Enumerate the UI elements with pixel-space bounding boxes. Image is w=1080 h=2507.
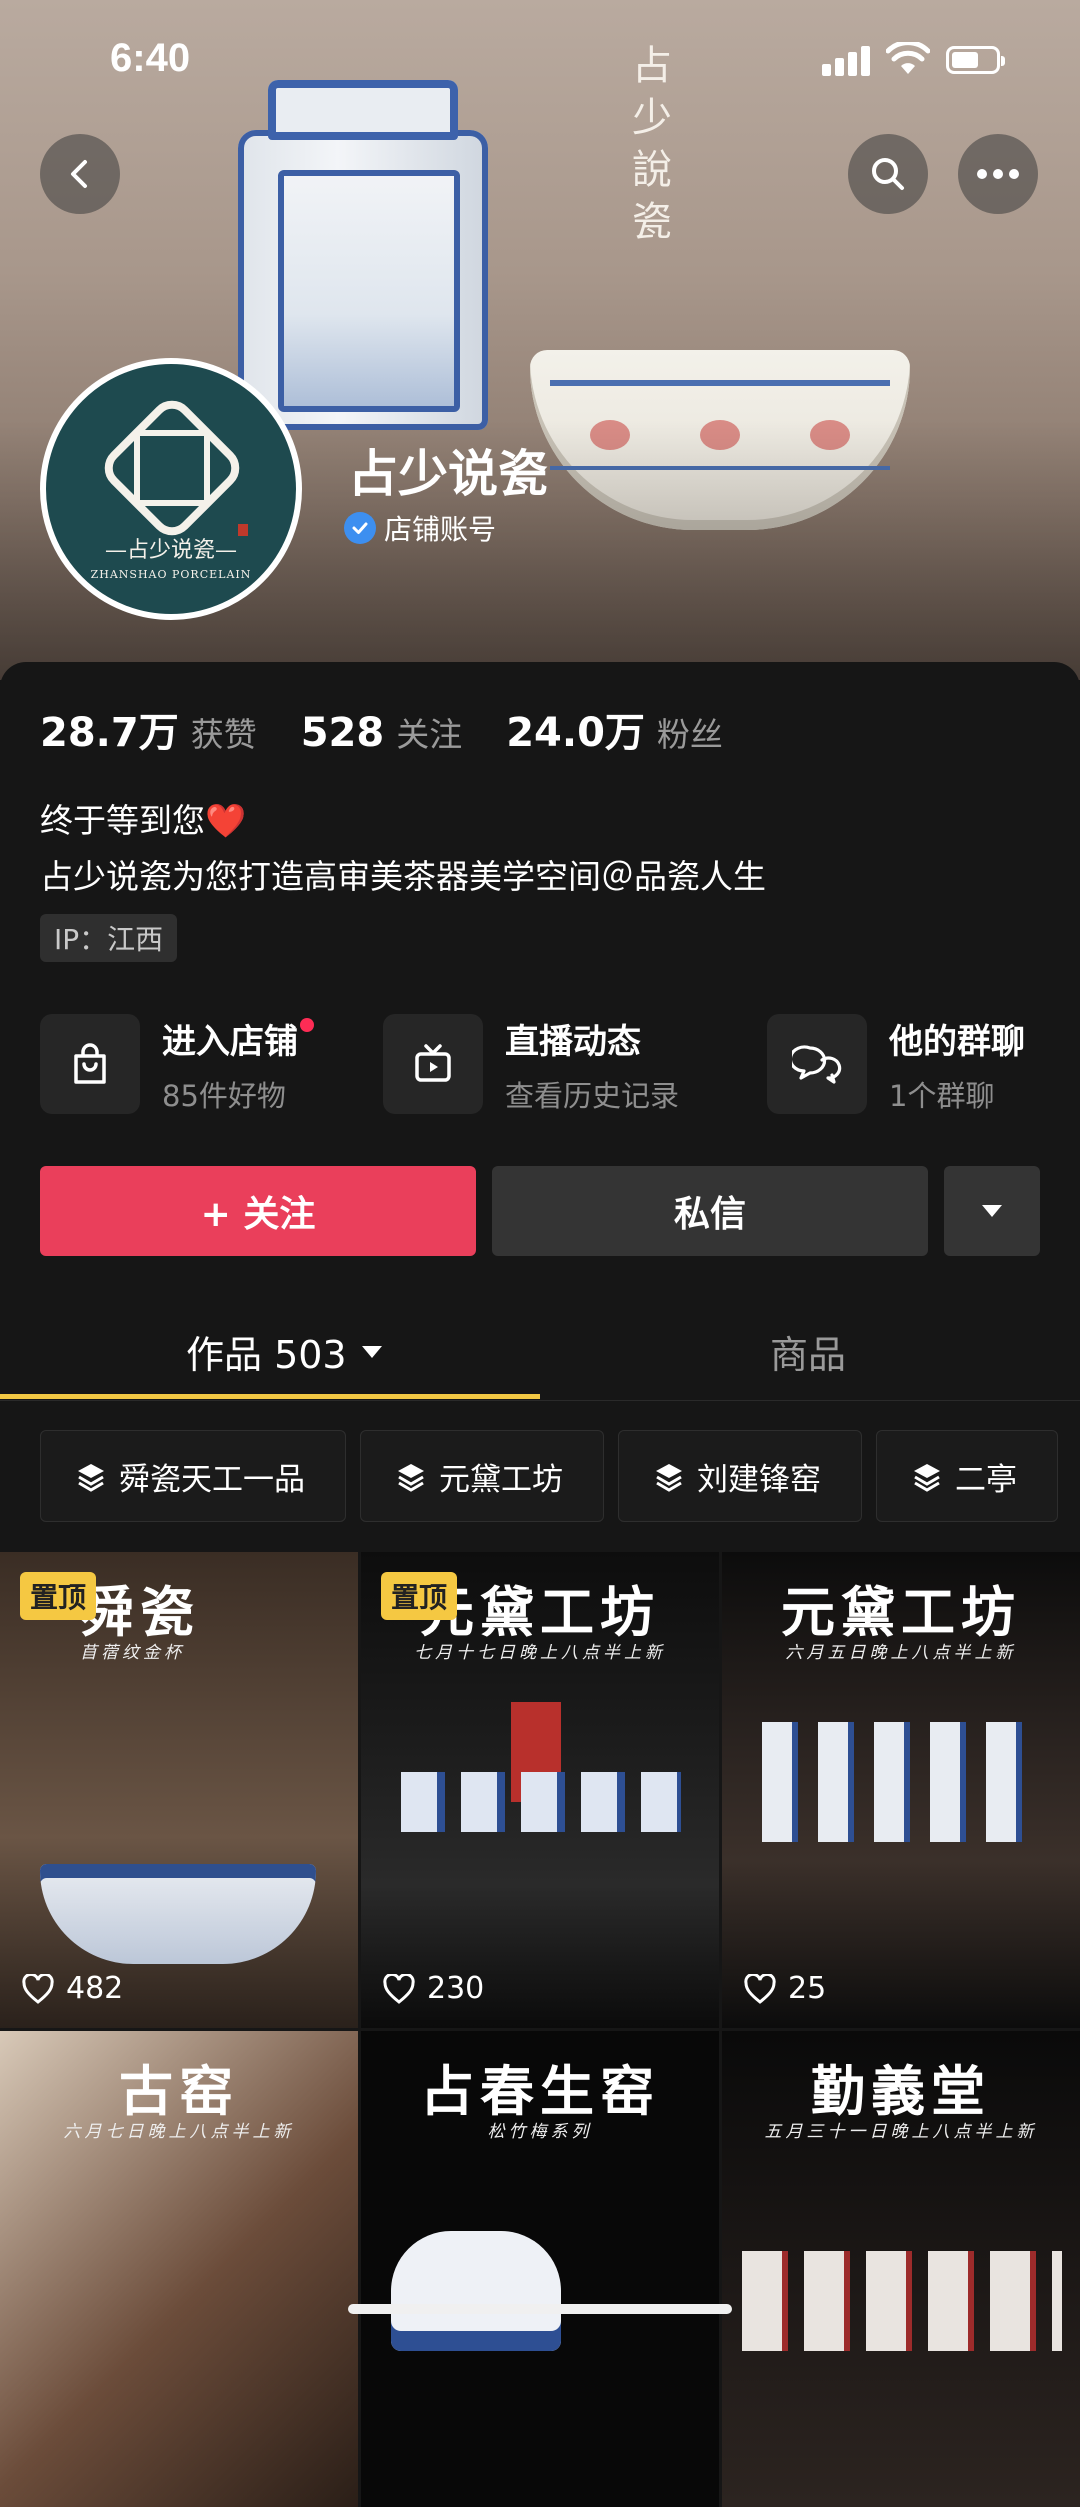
- battery-icon: [946, 46, 1005, 74]
- back-button[interactable]: [40, 134, 120, 214]
- avatar[interactable]: —占少说瓷— ZHANSHAO PORCELAIN: [40, 358, 302, 620]
- video-subtitle: 苜蓿纹金杯: [80, 1643, 185, 1663]
- live-entry-title: 直播动态: [505, 1021, 641, 1062]
- shop-name: 占少说瓷: [348, 445, 548, 503]
- pinned-badge: 置顶: [20, 1572, 97, 1620]
- shop-entry-subtitle: 85件好物: [162, 1078, 286, 1113]
- more-actions-dropdown[interactable]: [944, 1166, 1040, 1256]
- status-time: 6:40: [110, 36, 191, 80]
- layers-icon: [398, 1464, 424, 1492]
- content-tabs: 作品 503 商品: [0, 1300, 1080, 1401]
- video-title: 舜瓷: [80, 1580, 200, 1644]
- shopping-bag-icon: [74, 1043, 106, 1084]
- tab-products[interactable]: 商品: [770, 1324, 846, 1379]
- layers-icon: [78, 1464, 104, 1492]
- following-count[interactable]: 528: [301, 710, 385, 756]
- live-entry-subtitle: 查看历史记录: [505, 1078, 680, 1113]
- porcelain-shelf-image: [762, 1722, 1042, 1842]
- heart-outline-icon: [22, 1973, 54, 2004]
- ip-location-badge: IP：江西: [40, 914, 178, 962]
- signal-icon: [822, 44, 872, 76]
- video-likes: 230: [383, 1971, 484, 2006]
- shop-entry-title: 进入店铺: [162, 1021, 298, 1062]
- followers-label[interactable]: 粉丝: [657, 708, 723, 756]
- layers-icon: [656, 1464, 682, 1492]
- heart-emoji-icon: ❤️: [205, 801, 247, 840]
- video-subtitle: 松竹梅系列: [487, 2122, 593, 2142]
- tv-icon: [415, 1044, 451, 1082]
- porcelain-set-image: [401, 1772, 681, 1832]
- video-subtitle: 六月七日晚上八点半上新: [63, 2122, 295, 2142]
- video-subtitle: 七月十七日晚上八点半上新: [414, 1643, 666, 1663]
- collection-chip[interactable]: 刘建锋窑: [618, 1430, 862, 1522]
- video-title: 占春生窑: [420, 2059, 660, 2123]
- follow-button[interactable]: + 关注: [40, 1166, 476, 1256]
- video-card[interactable]: 古窑 六月七日晚上八点半上新: [0, 2031, 358, 2507]
- account-type: 店铺账号: [344, 508, 496, 548]
- home-indicator: [348, 2304, 732, 2314]
- search-button[interactable]: [848, 134, 928, 214]
- collection-chips: 舜瓷天工一品 元黛工坊 刘建锋窑 二亭: [40, 1430, 1072, 1522]
- caret-down-icon: [361, 1345, 382, 1358]
- account-type-label: 店铺账号: [384, 513, 497, 546]
- more-button[interactable]: [958, 134, 1038, 214]
- followers-count[interactable]: 24.0万: [506, 700, 645, 758]
- bio-line-1: 终于等到您❤️: [40, 801, 247, 840]
- video-likes: 482: [22, 1971, 123, 2006]
- group-chat-entry[interactable]: 他的群聊 1个群聊: [767, 1012, 1025, 1116]
- collection-chip[interactable]: 二亭: [876, 1430, 1058, 1522]
- message-button[interactable]: 私信: [492, 1166, 928, 1256]
- chevron-left-icon: [71, 160, 87, 188]
- following-label[interactable]: 关注: [396, 708, 462, 756]
- triangle-down-icon: [982, 1205, 1002, 1217]
- live-entry[interactable]: 直播动态 查看历史记录: [383, 1012, 679, 1116]
- porcelain-gaiwan-image: [391, 2231, 561, 2351]
- active-tab-indicator: [0, 1394, 540, 1399]
- video-title: 勤義堂: [811, 2059, 991, 2123]
- video-title: 古窑: [119, 2059, 239, 2123]
- video-subtitle: 五月三十一日晚上八点半上新: [764, 2122, 1038, 2142]
- heart-outline-icon: [744, 1973, 776, 2004]
- video-card[interactable]: 勤義堂 五月三十一日晚上八点半上新: [722, 2031, 1080, 2507]
- avatar-brand-cn: —占少说瓷—: [104, 538, 237, 563]
- video-subtitle: 六月五日晚上八点半上新: [785, 1643, 1017, 1663]
- video-card[interactable]: 舜瓷 苜蓿纹金杯 置顶 482: [0, 1552, 358, 2028]
- avatar-brand-en: ZHANSHAO PORCELAIN: [90, 568, 252, 581]
- likes-label: 获赞: [190, 715, 257, 754]
- video-likes: 25: [744, 1971, 826, 2006]
- status-bar: 6:40: [0, 0, 1080, 120]
- video-card[interactable]: 元黛工坊 六月五日晚上八点半上新 25: [722, 1552, 1080, 2028]
- tab-works[interactable]: 作品 503: [186, 1324, 383, 1379]
- video-card[interactable]: 占春生窑 松竹梅系列: [361, 2031, 719, 2507]
- porcelain-cup-image: [40, 1864, 316, 1964]
- collection-chip[interactable]: 舜瓷天工一品: [40, 1430, 346, 1522]
- wifi-icon: [886, 42, 930, 74]
- video-card[interactable]: 元黛工坊 七月十七日晚上八点半上新 置顶 230: [361, 1552, 719, 2028]
- likes-count: 28.7万: [40, 710, 179, 756]
- porcelain-jar-image: [238, 80, 488, 430]
- pinned-badge: 置顶: [381, 1572, 458, 1620]
- bio-line-2: 占少说瓷为您打造高审美茶器美学空间＠品瓷人生: [40, 857, 766, 896]
- notification-dot: [300, 1017, 314, 1032]
- profile-stats: 28.7万 获赞 528 关注 24.0万 粉丝: [40, 700, 767, 758]
- porcelain-teaset-image: [742, 2251, 1062, 2351]
- search-icon: [872, 158, 904, 190]
- heart-outline-icon: [383, 1973, 415, 2004]
- shop-entry[interactable]: 进入店铺 85件好物: [40, 1012, 314, 1116]
- video-title: 元黛工坊: [781, 1580, 1021, 1644]
- layers-icon: [914, 1464, 940, 1492]
- chat-bubbles-icon: [792, 1045, 842, 1084]
- group-chat-title: 他的群聊: [889, 1021, 1025, 1062]
- group-chat-subtitle: 1个群聊: [889, 1078, 995, 1113]
- verified-check-icon: [344, 512, 376, 544]
- more-dots-icon: [977, 169, 1019, 179]
- collection-chip[interactable]: 元黛工坊: [360, 1430, 604, 1522]
